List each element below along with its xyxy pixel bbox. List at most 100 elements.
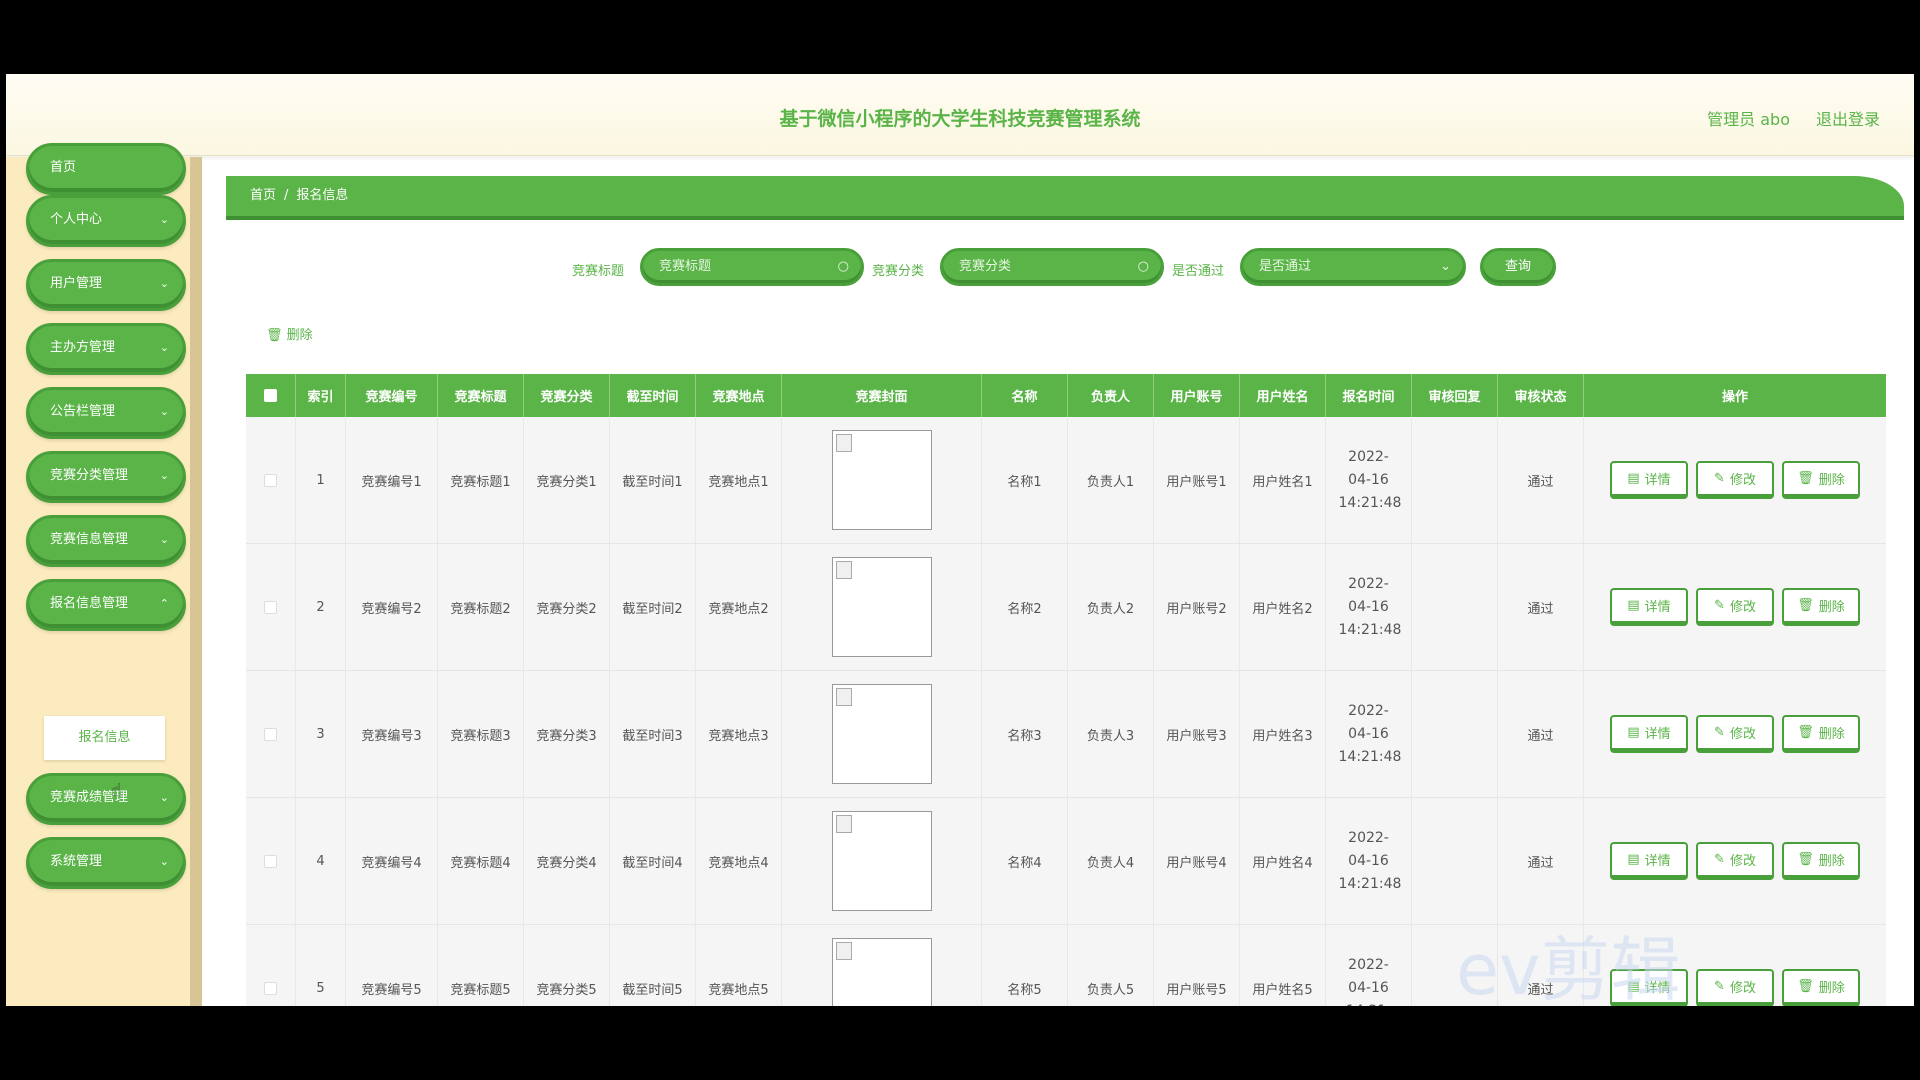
deadline-cell: 截至时间3 — [610, 671, 696, 797]
deadline-cell: 截至时间1 — [610, 417, 696, 543]
edit-button[interactable]: ✎ 修改 — [1696, 715, 1774, 753]
leader-cell: 负责人4 — [1068, 798, 1154, 924]
category-cell: 竞赛分类3 — [524, 671, 610, 797]
sidebar-item-organizers[interactable]: 主办方管理 ⌄ — [26, 323, 186, 375]
sidebar-item-categories[interactable]: 竞赛分类管理 ⌄ — [26, 451, 186, 503]
sidebar-item-registrations[interactable]: 报名信息管理 ⌃ — [26, 579, 186, 631]
sidebar-item-label: 主办方管理 — [50, 340, 116, 355]
sidebar-item-results[interactable]: 竞赛成绩管理 ⌄ — [26, 773, 186, 825]
account-cell: 用户账号1 — [1154, 417, 1240, 543]
batch-delete-button[interactable]: 🗑 删除 — [266, 324, 313, 343]
table-row[interactable]: 3 竞赛编号3 竞赛标题3 竞赛分类3 截至时间3 竞赛地点3 名称3 负责人3… — [246, 671, 1886, 798]
table-header: 索引 竞赛编号 竞赛标题 竞赛分类 截至时间 竞赛地点 竞赛封面 名称 负责人 … — [246, 374, 1886, 417]
detail-button[interactable]: ▤ 详情 — [1610, 588, 1688, 626]
delete-button[interactable]: 🗑 删除 — [1782, 461, 1860, 499]
place-cell: 竞赛地点1 — [696, 417, 782, 543]
index-cell: 4 — [296, 798, 346, 924]
column-header: 索引 — [296, 374, 346, 417]
account-cell: 用户账号4 — [1154, 798, 1240, 924]
detail-button[interactable]: ▤ 详情 — [1610, 715, 1688, 753]
delete-button[interactable]: 🗑 删除 — [1782, 842, 1860, 880]
column-header: 竞赛标题 — [438, 374, 524, 417]
row-checkbox[interactable] — [264, 854, 277, 868]
chevron-down-icon: ⌄ — [159, 277, 169, 290]
sidebar-item-notices[interactable]: 公告栏管理 ⌄ — [26, 387, 186, 439]
broken-image-icon — [831, 684, 932, 784]
time-cell: 2022-04-16 14:21:48 — [1326, 544, 1412, 670]
place-cell: 竞赛地点3 — [696, 671, 782, 797]
delete-label: 删除 — [1818, 854, 1845, 869]
chevron-down-icon: ⌄ — [159, 791, 169, 804]
delete-label: 删除 — [1818, 727, 1845, 742]
chevron-down-icon: ⌄ — [159, 213, 169, 226]
breadcrumb-home[interactable]: 首页 — [250, 188, 276, 203]
sidebar-item-competitions[interactable]: 竞赛信息管理 ⌄ — [26, 515, 186, 567]
column-header: 操作 — [1721, 390, 1748, 405]
table-row[interactable]: 2 竞赛编号2 竞赛标题2 竞赛分类2 截至时间2 竞赛地点2 名称2 负责人2… — [246, 544, 1886, 671]
leader-cell: 负责人1 — [1068, 417, 1154, 543]
breadcrumb: 首页 / 报名信息 — [226, 176, 1904, 220]
registration-table: 索引 竞赛编号 竞赛标题 竞赛分类 截至时间 竞赛地点 竞赛封面 名称 负责人 … — [246, 374, 1886, 1006]
column-header: 竞赛分类 — [524, 374, 610, 417]
row-checkbox[interactable] — [264, 981, 277, 995]
logout-link[interactable]: 退出登录 — [1816, 106, 1880, 130]
chevron-down-icon: ⌄ — [159, 855, 169, 868]
edit-label: 修改 — [1729, 854, 1756, 869]
table-row[interactable]: 4 竞赛编号4 竞赛标题4 竞赛分类4 截至时间4 竞赛地点4 名称4 负责人4… — [246, 798, 1886, 925]
watermark-logo: ev剪辑 — [1456, 929, 1681, 1006]
sidebar-item-users[interactable]: 用户管理 ⌄ — [26, 259, 186, 311]
trash-icon: 🗑 — [266, 328, 283, 343]
row-checkbox-cell — [246, 925, 296, 1006]
username-cell: 用户姓名4 — [1240, 798, 1326, 924]
submenu-item-registration-info[interactable]: 报名信息 — [44, 716, 165, 760]
index-cell: 5 — [296, 925, 346, 1006]
query-button[interactable]: 查询 — [1480, 248, 1556, 286]
breadcrumb-current: 报名信息 — [296, 188, 349, 203]
trash-icon: 🗑 — [1797, 979, 1814, 994]
actions-cell: ▤ 详情 ✎ 修改 🗑 删除 — [1584, 417, 1886, 543]
edit-button[interactable]: ✎ 修改 — [1696, 842, 1774, 880]
place-cell: 竞赛地点2 — [696, 544, 782, 670]
row-checkbox[interactable] — [264, 473, 277, 487]
edit-button[interactable]: ✎ 修改 — [1696, 461, 1774, 499]
table-row[interactable]: 1 竞赛编号1 竞赛标题1 竞赛分类1 截至时间1 竞赛地点1 名称1 负责人1… — [246, 417, 1886, 544]
sidebar-item-system[interactable]: 系统管理 ⌄ — [26, 837, 186, 889]
trash-icon: 🗑 — [1797, 852, 1814, 867]
sidebar-item-profile[interactable]: 个人中心 ⌄ — [26, 195, 186, 247]
pencil-icon: ✎ — [1714, 852, 1725, 867]
detail-button[interactable]: ▤ 详情 — [1610, 842, 1688, 880]
title-cell: 竞赛标题3 — [438, 671, 524, 797]
category-search-input[interactable]: 竞赛分类 ○ — [940, 248, 1164, 286]
edit-button[interactable]: ✎ 修改 — [1696, 588, 1774, 626]
delete-button[interactable]: 🗑 删除 — [1782, 715, 1860, 753]
status-cell: 通过 — [1498, 417, 1584, 543]
detail-button[interactable]: ▤ 详情 — [1610, 461, 1688, 499]
passed-select-placeholder: 是否通过 — [1259, 259, 1312, 274]
deadline-cell: 截至时间4 — [610, 798, 696, 924]
registration-time: 2022-04-16 14:21:48 — [1338, 448, 1402, 511]
column-header: 截至时间 — [610, 374, 696, 417]
delete-button[interactable]: 🗑 删除 — [1782, 969, 1860, 1006]
time-cell: 2022-04-16 14:21: — [1326, 925, 1412, 1006]
category-cell: 竞赛分类1 — [524, 417, 610, 543]
row-checkbox[interactable] — [264, 600, 277, 614]
edit-label: 修改 — [1729, 473, 1756, 488]
code-cell: 竞赛编号3 — [346, 671, 438, 797]
document-icon: ▤ — [1627, 471, 1640, 486]
cover-cell — [782, 544, 982, 670]
name-cell: 名称3 — [982, 671, 1068, 797]
index-cell: 3 — [296, 671, 346, 797]
sidebar-item-home[interactable]: 首页 — [26, 143, 186, 195]
delete-button[interactable]: 🗑 删除 — [1782, 588, 1860, 626]
select-all-checkbox[interactable] — [264, 389, 277, 402]
detail-label: 详情 — [1644, 727, 1671, 742]
row-checkbox[interactable] — [264, 727, 277, 741]
chevron-down-icon: ⌄ — [159, 469, 169, 482]
username-cell: 用户姓名2 — [1240, 544, 1326, 670]
sidebar-item-label: 个人中心 — [50, 212, 103, 227]
hand-cursor-icon: ☝ — [111, 780, 122, 801]
edit-button[interactable]: ✎ 修改 — [1696, 969, 1774, 1006]
passed-select[interactable]: 是否通过 ⌄ — [1240, 248, 1466, 286]
trash-icon: 🗑 — [1797, 598, 1814, 613]
title-search-input[interactable]: 竞赛标题 ○ — [640, 248, 864, 286]
